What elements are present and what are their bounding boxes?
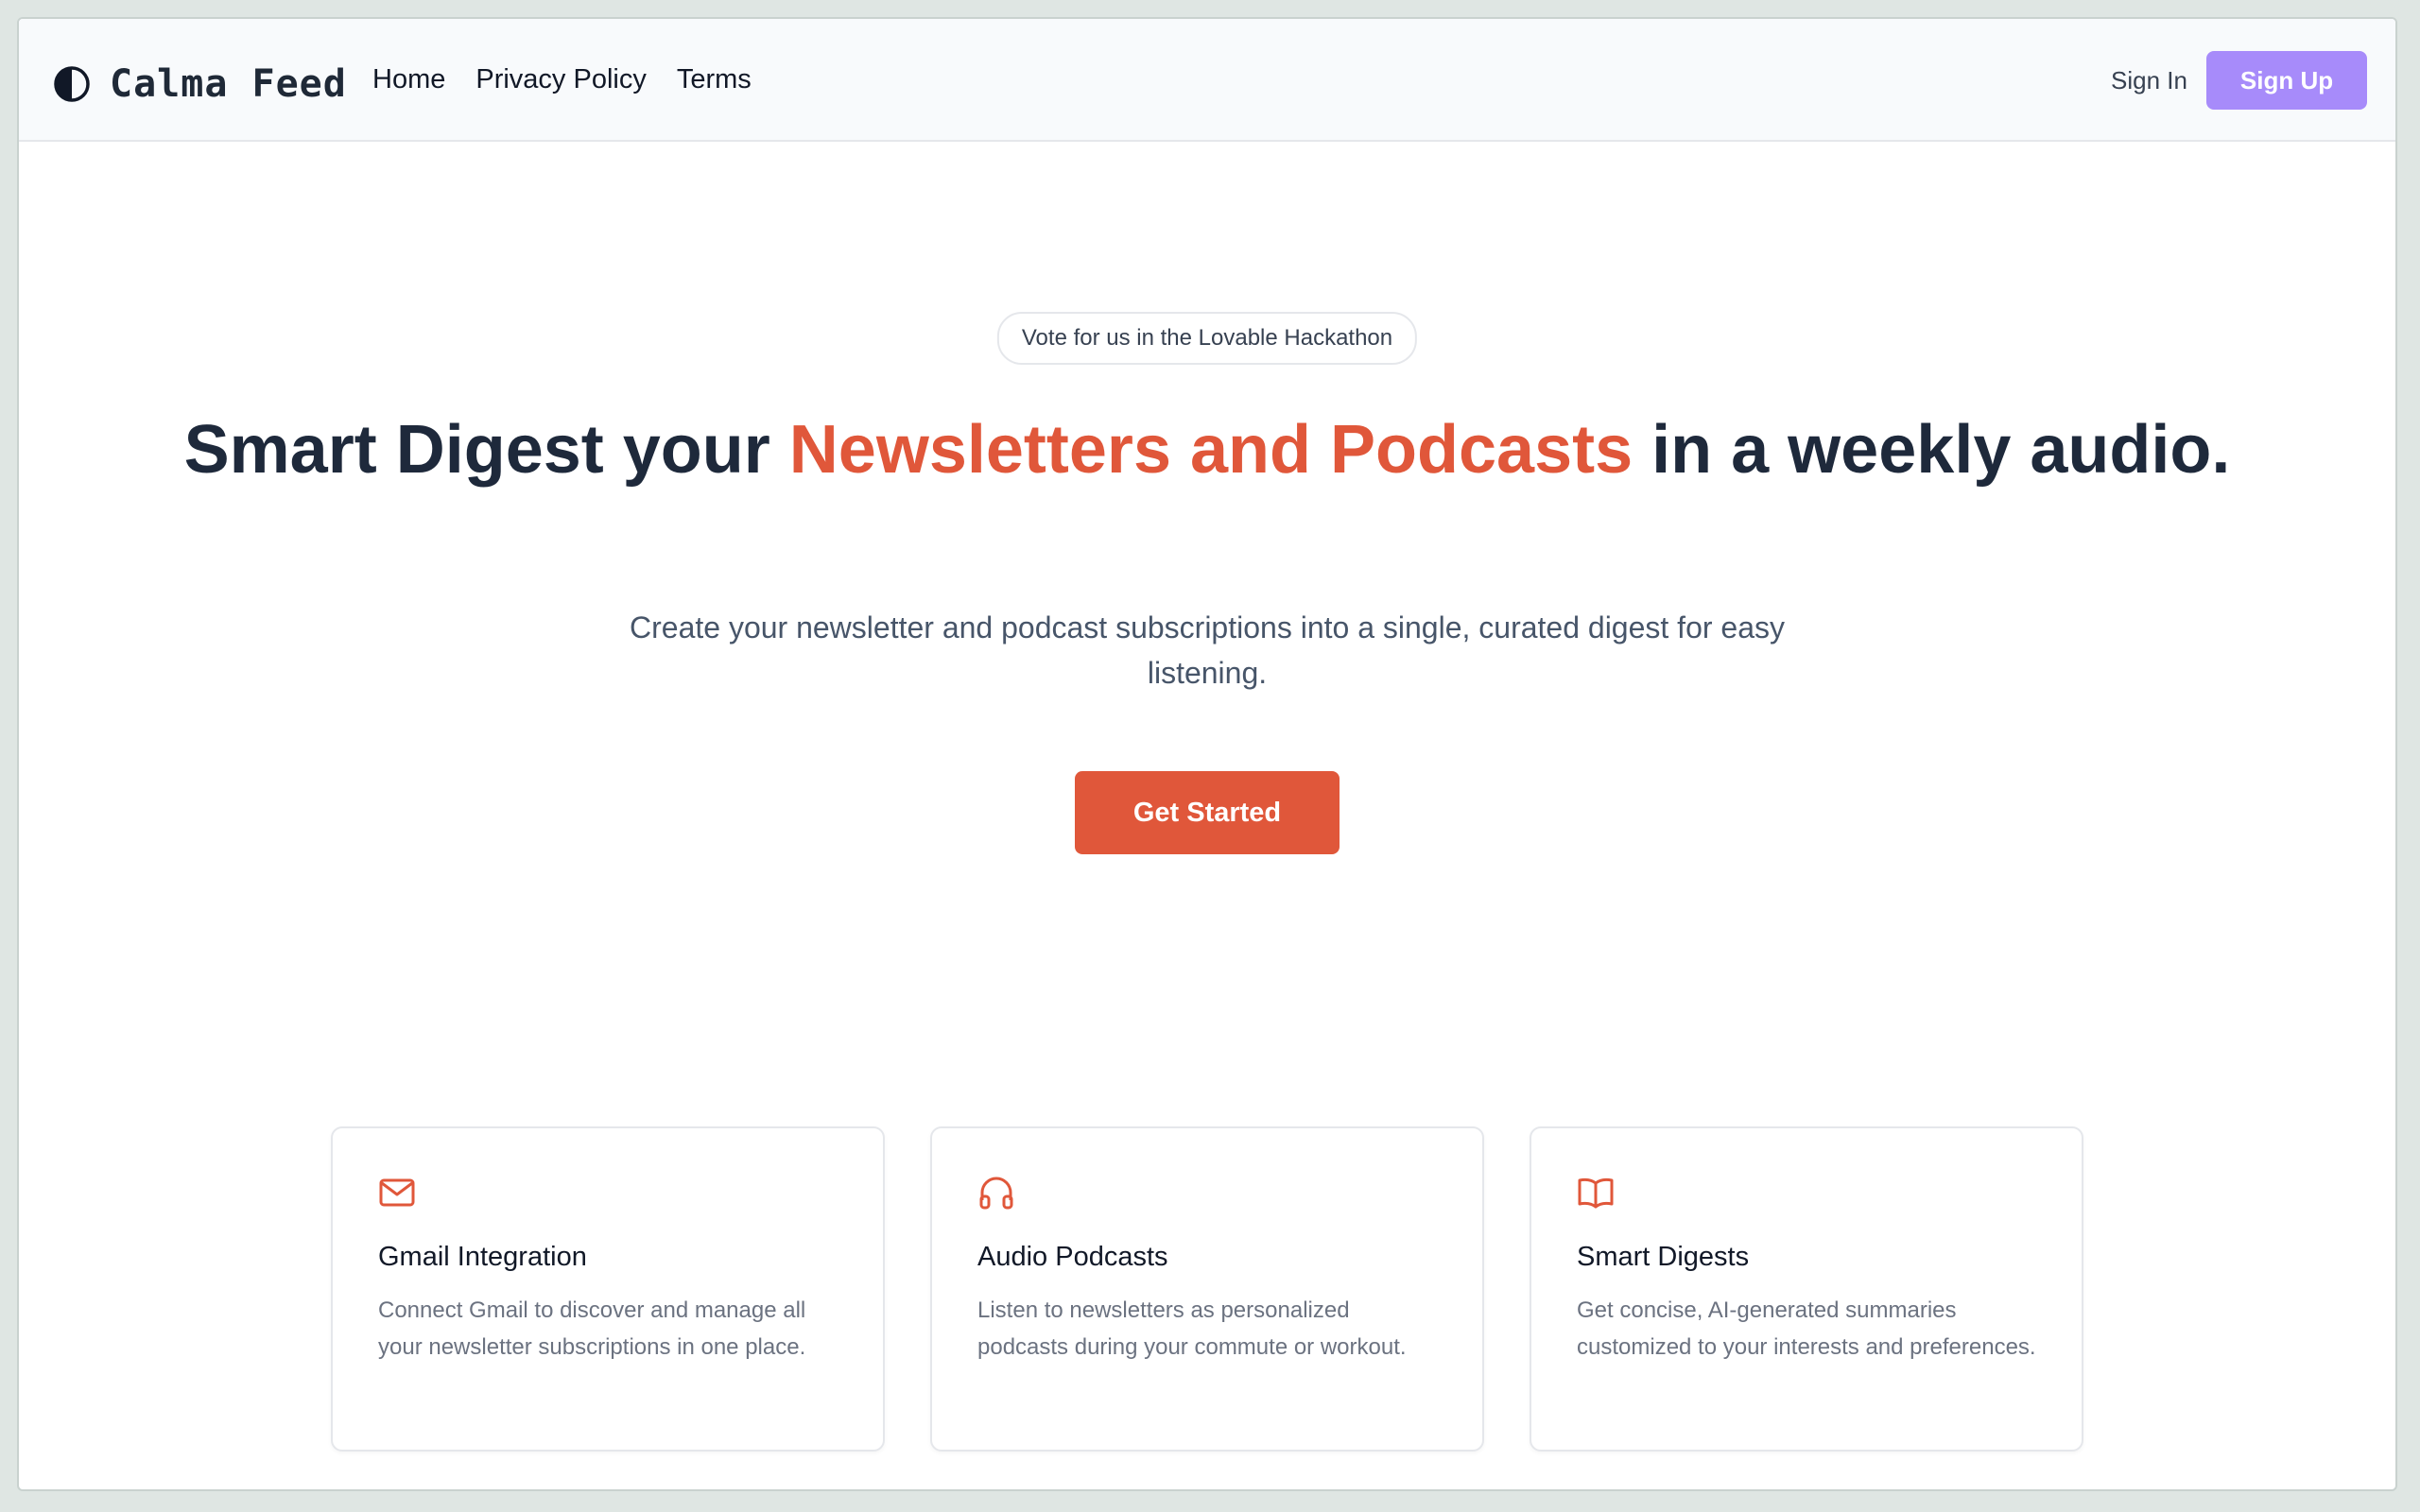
- headline-post: in a weekly audio.: [1633, 412, 2231, 488]
- nav-link-terms[interactable]: Terms: [677, 64, 752, 95]
- get-started-button[interactable]: Get Started: [1075, 771, 1340, 854]
- main-nav: Home Privacy Policy Terms: [372, 64, 752, 95]
- navbar: Calma Feed Home Privacy Policy Terms Sig…: [19, 19, 2395, 142]
- mail-icon: [379, 1178, 415, 1207]
- features-section: Gmail Integration Connect Gmail to disco…: [331, 1126, 2083, 1452]
- nav-link-privacy-policy[interactable]: Privacy Policy: [475, 64, 647, 95]
- headline-pre: Smart Digest your: [183, 412, 789, 488]
- headphones-icon: [979, 1177, 1013, 1210]
- feature-title: Smart Digests: [1577, 1242, 1750, 1272]
- book-open-icon: [1578, 1177, 1614, 1209]
- feature-card-gmail: Gmail Integration Connect Gmail to disco…: [331, 1126, 885, 1452]
- sign-in-link[interactable]: Sign In: [2111, 66, 2187, 95]
- feature-card-digests: Smart Digests Get concise, AI-generated …: [1530, 1126, 2083, 1452]
- feature-title: Gmail Integration: [378, 1242, 587, 1272]
- feature-title: Audio Podcasts: [977, 1242, 1168, 1272]
- headline-accent: Newsletters and Podcasts: [788, 412, 1634, 488]
- hackathon-badge[interactable]: Vote for us in the Lovable Hackathon: [996, 312, 1418, 365]
- brand-logo[interactable]: Calma Feed: [53, 62, 347, 106]
- feature-description: Connect Gmail to discover and manage all…: [378, 1297, 806, 1360]
- nav-link-home[interactable]: Home: [372, 64, 445, 95]
- brand-name: Calma Feed: [110, 62, 347, 106]
- hero-subtitle: Create your newsletter and podcast subsc…: [630, 610, 1785, 690]
- feature-card-audio: Audio Podcasts Listen to newsletters as …: [930, 1126, 1484, 1452]
- browser-window: Calma Feed Home Privacy Policy Terms Sig…: [17, 17, 2397, 1491]
- feature-description: Get concise, AI-generated summaries cust…: [1577, 1297, 2036, 1360]
- sign-up-button[interactable]: Sign Up: [2206, 51, 2367, 110]
- half-circle-icon: [54, 66, 90, 102]
- feature-description: Listen to newsletters as personalized po…: [977, 1297, 1407, 1360]
- hero-headline: Smart Digest your Newsletters and Podcas…: [19, 406, 2395, 493]
